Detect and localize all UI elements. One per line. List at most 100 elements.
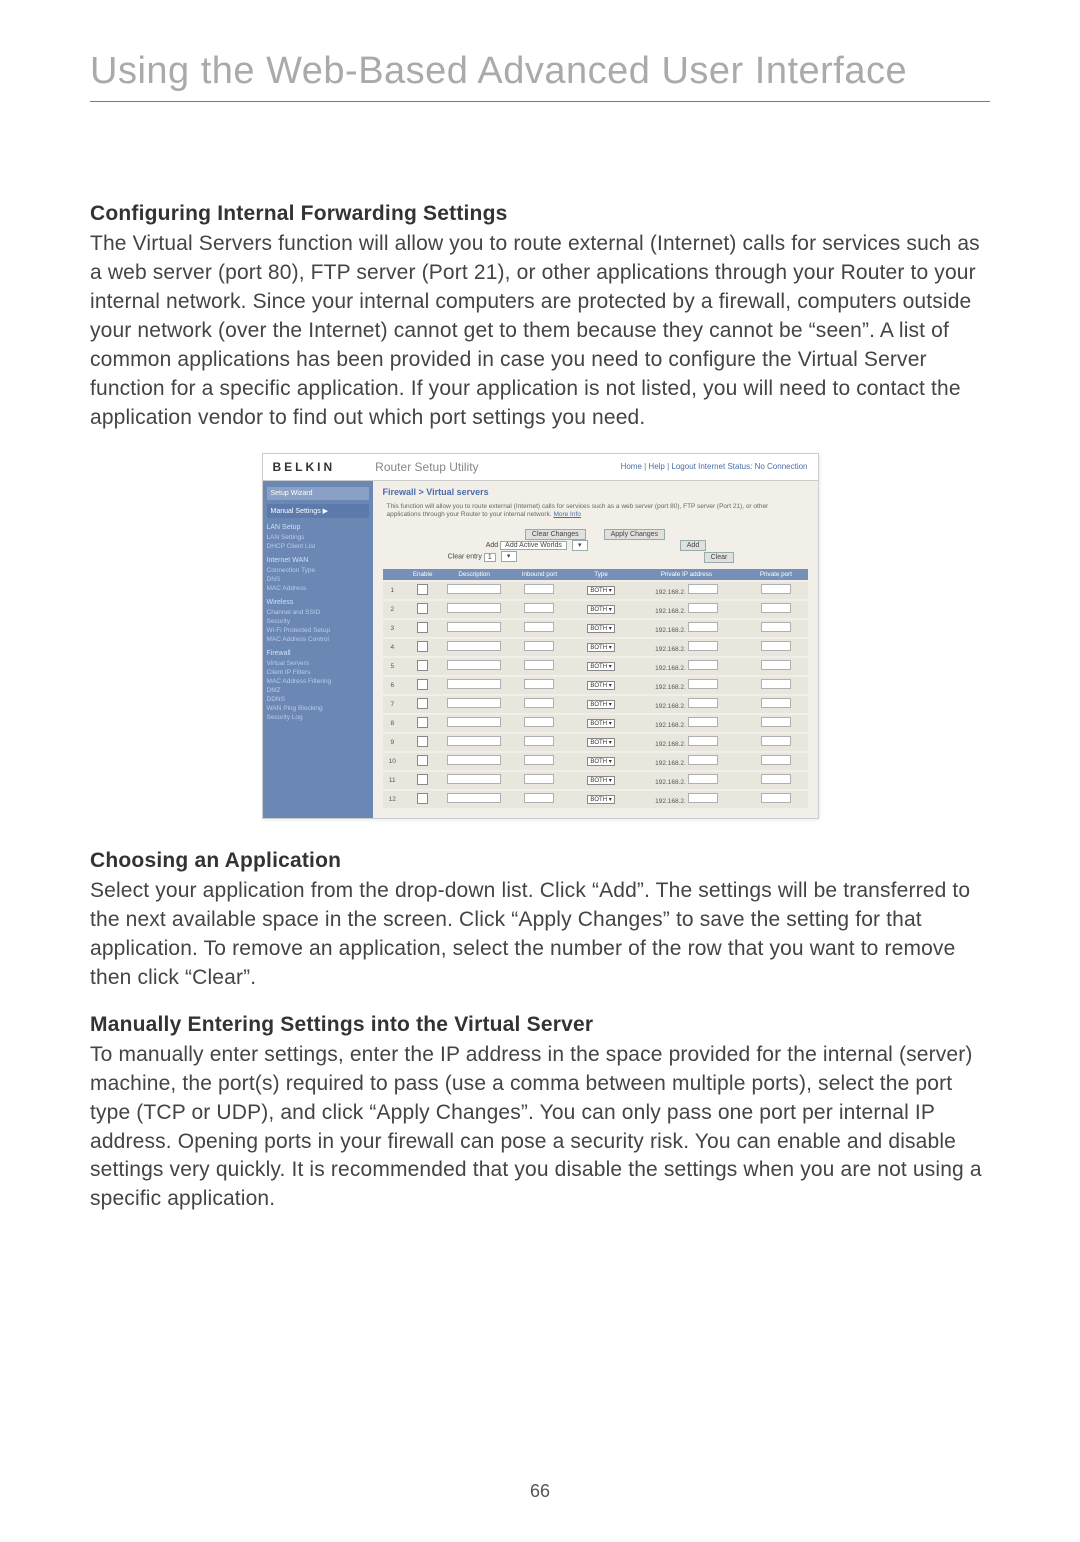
add-button[interactable]: Add <box>680 540 706 551</box>
sidebar-manual-settings[interactable]: Manual Settings ▶ <box>267 504 369 518</box>
type-select[interactable]: BOTH ▾ <box>587 605 614 614</box>
description-input[interactable] <box>447 717 501 727</box>
private-port-input[interactable] <box>761 584 791 594</box>
type-select[interactable]: BOTH ▾ <box>587 719 614 728</box>
type-select[interactable]: BOTH ▾ <box>587 738 614 747</box>
description-input[interactable] <box>447 774 501 784</box>
clear-entry-dropdown-chevron[interactable]: ▾ <box>501 551 517 562</box>
private-ip-input[interactable] <box>688 660 718 670</box>
sidebar-item[interactable]: DNS <box>267 575 369 584</box>
inbound-port-input[interactable] <box>524 717 554 727</box>
private-ip-input[interactable] <box>688 698 718 708</box>
enable-checkbox[interactable] <box>417 717 428 728</box>
private-port-input[interactable] <box>761 679 791 689</box>
inbound-port-input[interactable] <box>524 698 554 708</box>
inbound-port-input[interactable] <box>524 603 554 613</box>
enable-checkbox[interactable] <box>417 622 428 633</box>
description-input[interactable] <box>447 736 501 746</box>
sidebar-item[interactable]: Security <box>267 617 369 626</box>
private-port-input[interactable] <box>761 736 791 746</box>
enable-checkbox[interactable] <box>417 736 428 747</box>
description-input[interactable] <box>447 660 501 670</box>
more-info-link[interactable]: More Info <box>553 511 580 518</box>
description-input[interactable] <box>447 679 501 689</box>
private-port-input[interactable] <box>761 793 791 803</box>
private-ip-input[interactable] <box>688 603 718 613</box>
type-select[interactable]: BOTH ▾ <box>587 776 614 785</box>
clear-entry-select[interactable]: 1 <box>484 553 496 562</box>
sidebar-item[interactable]: Security Log <box>267 713 369 722</box>
router-top-links[interactable]: Home | Help | Logout Internet Status: No… <box>621 462 808 471</box>
description-input[interactable] <box>447 584 501 594</box>
type-select[interactable]: BOTH ▾ <box>587 662 614 671</box>
sidebar-item[interactable]: WAN Ping Blocking <box>267 704 369 713</box>
sidebar-item[interactable]: Connection Type <box>267 566 369 575</box>
sidebar-item[interactable]: DHCP Client List <box>267 542 369 551</box>
inbound-port-input[interactable] <box>524 641 554 651</box>
private-ip-input[interactable] <box>688 584 718 594</box>
inbound-port-input[interactable] <box>524 584 554 594</box>
clear-changes-button[interactable]: Clear Changes <box>525 529 586 540</box>
inbound-port-input[interactable] <box>524 774 554 784</box>
sidebar-item[interactable]: Virtual Servers <box>267 659 369 668</box>
description-input[interactable] <box>447 622 501 632</box>
type-select[interactable]: BOTH ▾ <box>587 681 614 690</box>
private-ip-input[interactable] <box>688 622 718 632</box>
type-select[interactable]: BOTH ▾ <box>587 624 614 633</box>
enable-checkbox[interactable] <box>417 774 428 785</box>
private-port-input[interactable] <box>761 698 791 708</box>
sidebar-item[interactable]: Client IP Filters <box>267 668 369 677</box>
description-input[interactable] <box>447 698 501 708</box>
clear-button[interactable]: Clear <box>704 552 735 563</box>
sidebar-item[interactable]: LAN Settings <box>267 533 369 542</box>
apply-changes-button[interactable]: Apply Changes <box>604 529 665 540</box>
private-ip-input[interactable] <box>688 755 718 765</box>
sidebar-item[interactable]: DMZ <box>267 686 369 695</box>
enable-checkbox[interactable] <box>417 641 428 652</box>
sidebar-item[interactable]: Wi-Fi Protected Setup <box>267 626 369 635</box>
private-port-input[interactable] <box>761 717 791 727</box>
private-ip-input[interactable] <box>688 793 718 803</box>
enable-checkbox[interactable] <box>417 584 428 595</box>
private-port-input[interactable] <box>761 622 791 632</box>
private-ip-input[interactable] <box>688 641 718 651</box>
type-select[interactable]: BOTH ▾ <box>587 643 614 652</box>
private-ip-input[interactable] <box>688 717 718 727</box>
sidebar-item[interactable]: MAC Address Control <box>267 635 369 644</box>
type-select[interactable]: BOTH ▾ <box>587 757 614 766</box>
add-application-select[interactable]: Add Active Worlds <box>500 541 567 550</box>
private-ip-input[interactable] <box>688 736 718 746</box>
inbound-port-input[interactable] <box>524 679 554 689</box>
type-select[interactable]: BOTH ▾ <box>587 795 614 804</box>
private-port-input[interactable] <box>761 660 791 670</box>
enable-checkbox[interactable] <box>417 793 428 804</box>
private-port-input[interactable] <box>761 774 791 784</box>
enable-checkbox[interactable] <box>417 755 428 766</box>
enable-checkbox[interactable] <box>417 679 428 690</box>
type-select[interactable]: BOTH ▾ <box>587 586 614 595</box>
inbound-port-input[interactable] <box>524 660 554 670</box>
private-ip-input[interactable] <box>688 679 718 689</box>
description-input[interactable] <box>447 641 501 651</box>
enable-checkbox[interactable] <box>417 660 428 671</box>
inbound-port-input[interactable] <box>524 755 554 765</box>
sidebar-item[interactable]: MAC Address Filtering <box>267 677 369 686</box>
sidebar-setup-wizard[interactable]: Setup Wizard <box>267 487 369 500</box>
inbound-port-input[interactable] <box>524 622 554 632</box>
sidebar-item[interactable]: MAC Address <box>267 584 369 593</box>
inbound-port-input[interactable] <box>524 793 554 803</box>
enable-checkbox[interactable] <box>417 698 428 709</box>
sidebar-item[interactable]: Channel and SSID <box>267 608 369 617</box>
sidebar-item[interactable]: DDNS <box>267 695 369 704</box>
private-ip-input[interactable] <box>688 774 718 784</box>
enable-checkbox[interactable] <box>417 603 428 614</box>
private-port-input[interactable] <box>761 755 791 765</box>
description-input[interactable] <box>447 793 501 803</box>
add-application-dropdown-chevron[interactable]: ▾ <box>572 540 588 551</box>
private-port-input[interactable] <box>761 603 791 613</box>
type-select[interactable]: BOTH ▾ <box>587 700 614 709</box>
private-port-input[interactable] <box>761 641 791 651</box>
description-input[interactable] <box>447 755 501 765</box>
description-input[interactable] <box>447 603 501 613</box>
inbound-port-input[interactable] <box>524 736 554 746</box>
